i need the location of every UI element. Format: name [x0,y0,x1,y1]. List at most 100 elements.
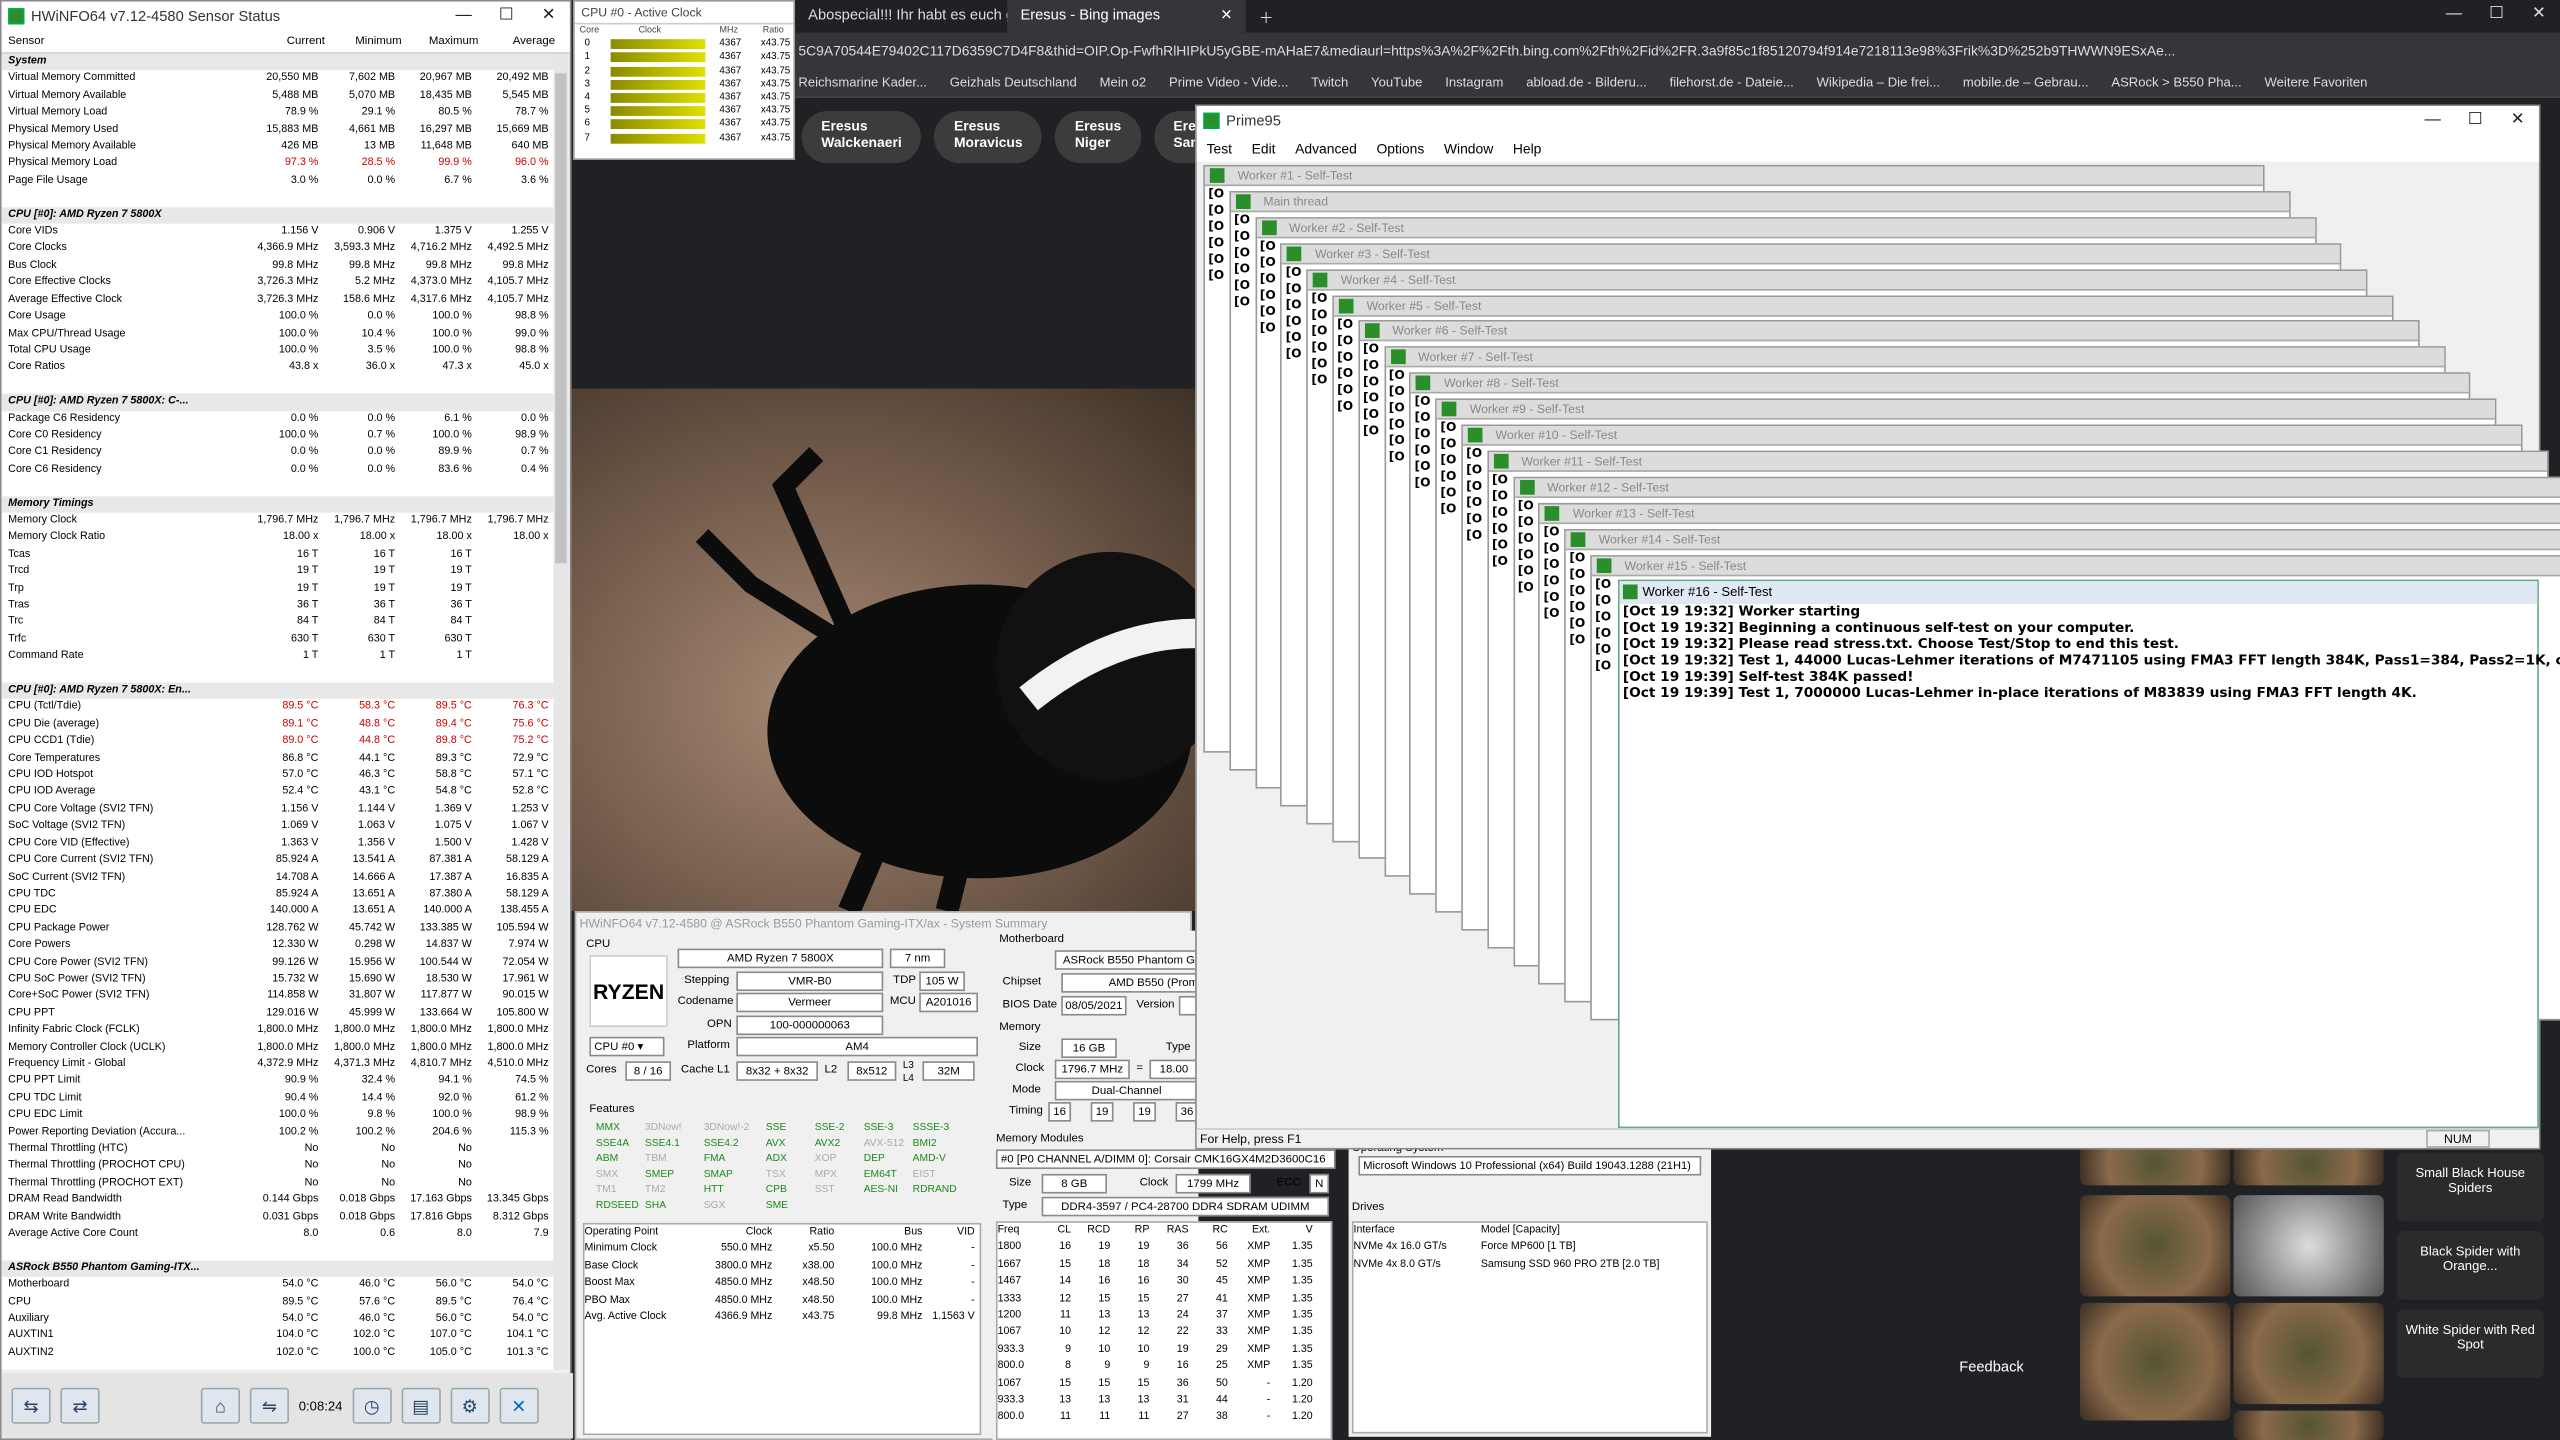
sensor-row[interactable]: CPU 89.5 °C 57.6 °C 89.5 °C 76.4 °C [2,1294,554,1311]
result-thumb[interactable] [2080,1302,2231,1421]
worker-title[interactable]: Worker #10 - Self-Test [1462,426,2521,446]
sensor-row[interactable]: Physical Memory Used 15,883 MB 4,661 MB 16,… [2,122,554,139]
sensor-row[interactable]: Auxiliary 54.0 °C 46.0 °C 56.0 °C 54.0 °C [2,1311,554,1328]
close-icon[interactable]: ✕ [2496,106,2538,135]
worker-title[interactable]: Worker #14 - Self-Test [1566,529,2560,550]
sensor-row[interactable]: Infinity Fabric Clock (FCLK) 1,800.0 MHz 1… [2,1022,554,1039]
related-black-spider-orange[interactable]: Black Spider with Orange... [2396,1231,2544,1300]
result-thumb[interactable] [2233,1410,2384,1440]
result-thumb[interactable] [2233,1195,2384,1297]
sensor-group-header[interactable]: System [1,53,554,71]
report-icon[interactable]: ▤ [401,1387,441,1424]
sensor-group-header[interactable]: Memory Timings [1,495,554,513]
bookmark-item[interactable]: YouTube [1371,69,1422,97]
sensor-group-header[interactable]: ASRock B550 Phantom Gaming-ITX... [1,1260,554,1278]
maximize-icon[interactable]: ☐ [2475,0,2517,29]
prime95-titlebar[interactable]: Prime95 — ☐ ✕ [1196,106,2539,136]
worker-title[interactable]: Worker #3 - Self-Test [1282,244,2341,264]
worker-title[interactable]: Main thread [1230,192,2289,213]
sensor-row[interactable]: CPU SoC Power (SVI2 TFN) 15.732 W 15.690 W… [2,971,554,988]
sensor-row[interactable]: SoC Voltage (SVI2 TFN) 1.069 V 1.063 V 1.07… [2,818,554,835]
address-bar[interactable]: 5C9A70544E79402C117D6359C7D4F8&thid=OIP.… [795,32,2560,69]
sensor-row[interactable]: Core C1 Residency 0.0 % 0.0 % 89.9 % 0.7 % [2,445,554,462]
sensor-row[interactable]: CPU Core Voltage (SVI2 TFN) 1.156 V 1.144 … [2,801,554,818]
maximize-icon[interactable]: ☐ [2454,106,2496,135]
sensor-row[interactable] [2,190,554,207]
menu-item[interactable]: Window [1444,140,1493,156]
sensor-row[interactable]: Trc 84 T 84 T 84 T [2,615,554,632]
sensor-row[interactable]: Core C0 Residency 100.0 % 0.7 % 100.0 % 98.9… [2,428,554,445]
sensor-row[interactable] [2,666,554,683]
hwinfo-titlebar[interactable]: HWiNFO64 v7.12-4580 Sensor Status — ☐ ✕ [1,1,570,32]
sensor-row[interactable]: CPU TDC 85.924 A 13.651 A 87.380 A 58.129 A [2,886,554,903]
sensor-row[interactable]: Thermal Throttling (HTC) No No No [2,1141,554,1158]
sensor-row[interactable]: CPU PPT 129.016 W 45.999 W 133.664 W 105.800… [2,1005,554,1022]
worker-16-title[interactable]: Worker #16 - Self-Test [1619,581,2538,605]
arrow-left-icon[interactable]: ⇆ [11,1387,51,1424]
bookmark-item[interactable]: filehorst.de - Dateie... [1670,69,1794,97]
sensor-row[interactable]: Core C6 Residency 0.0 % 0.0 % 83.6 % 0.4 % [2,462,554,479]
clock-icon[interactable]: ◷ [352,1387,392,1424]
search-chip[interactable]: Eresus Walckenaeri [801,111,922,164]
sensor-row[interactable]: Package C6 Residency 0.0 % 0.0 % 6.1 % 0.0 % [2,411,554,428]
sensor-group-header[interactable]: CPU [#0]: AMD Ryzen 7 5800X: En... [1,682,554,700]
sensor-row[interactable]: CPU TDC Limit 90.4 % 14.4 % 92.0 % 61.2 % [2,1090,554,1107]
sensor-row[interactable]: Memory Clock 1,796.7 MHz 1,796.7 MHz 1,796.… [2,513,554,530]
sensor-row[interactable]: Max CPU/Thread Usage 100.0 % 10.4 % 100.0 %… [2,326,554,343]
sensor-row[interactable]: CPU Core Current (SVI2 TFN) 85.924 A 13.54… [2,852,554,869]
sensor-row[interactable]: CPU Package Power 128.762 W 45.742 W 133.38… [2,920,554,937]
related-white-spider-red-spot[interactable]: White Spider with Red Spot [2396,1309,2544,1378]
spider-photo[interactable] [571,388,1225,916]
sensor-row[interactable]: CPU EDC 140.000 A 13.651 A 140.000 A 138.455… [2,903,554,920]
cpu-select[interactable]: CPU #0 ▾ [589,1036,665,1057]
worker-title[interactable]: Worker #11 - Self-Test [1488,452,2547,472]
sensor-row[interactable]: Trcd 19 T 19 T 19 T [2,564,554,581]
sensor-row[interactable]: Core Usage 100.0 % 0.0 % 100.0 % 98.8 % [2,309,554,326]
worker-title[interactable]: Worker #7 - Self-Test [1385,348,2444,368]
new-tab-icon[interactable]: ＋ [1246,0,1295,33]
arrow-right-icon[interactable]: ⇄ [60,1387,100,1424]
tab-bing-images[interactable]: Eresus - Bing images ✕ [1007,0,1246,33]
sensor-row[interactable]: Memory Clock Ratio 18.00 x 18.00 x 18.00 x 1… [2,530,554,547]
worker-title[interactable]: Worker #5 - Self-Test [1333,296,2392,316]
sensor-row[interactable] [2,1243,554,1260]
bookmark-item[interactable]: Mein o2 [1100,69,1146,97]
sensor-row[interactable]: Command Rate 1 T 1 T 1 T [2,649,554,666]
sensor-row[interactable]: CPU EDC Limit 100.0 % 9.8 % 100.0 % 98.9 % [2,1107,554,1124]
sensor-row[interactable]: Core VIDs 1.156 V 0.906 V 1.375 V 1.255 V [2,224,554,241]
bookmark-item[interactable]: Weitere Favoriten [2265,69,2368,97]
bookmark-item[interactable]: ASRock > B550 Pha... [2111,69,2241,97]
worker-title[interactable]: Worker #6 - Self-Test [1359,322,2418,342]
worker-title[interactable]: Worker #4 - Self-Test [1308,270,2367,290]
close-icon[interactable]: ✕ [2518,0,2560,29]
sensor-row[interactable]: Virtual Memory Committed 20,550 MB 7,602 M… [2,71,554,88]
sensor-row[interactable]: DRAM Read Bandwidth 0.144 Gbps 0.018 Gbps 1… [2,1192,554,1209]
result-thumb[interactable] [2233,1302,2384,1405]
col-sensor[interactable]: Sensor [2,36,253,47]
sensor-row[interactable]: Trp 19 T 19 T 19 T [2,581,554,598]
col-minimum[interactable]: Minimum [330,36,407,47]
sensor-row[interactable]: Bus Clock 99.8 MHz 99.8 MHz 99.8 MHz 99.8 MH… [2,258,554,275]
sensor-row[interactable]: Core Temperatures 86.8 °C 44.1 °C 89.3 °C 72… [2,750,554,767]
sync-icon[interactable]: ⇋ [249,1387,289,1424]
sensor-row[interactable]: Core+SoC Power (SVI2 TFN) 114.858 W 31.807… [2,988,554,1005]
close-icon[interactable]: ✕ [527,2,569,31]
sensor-row[interactable]: Virtual Memory Available 5,488 MB 5,070 MB… [2,88,554,105]
bookmark-item[interactable]: Twitch [1311,69,1348,97]
bookmark-item[interactable]: Reichsmarine Kader... [798,69,926,97]
sensor-group-header[interactable]: CPU [#0]: AMD Ryzen 7 5800X [1,206,554,224]
worker-title[interactable]: Worker #1 - Self-Test [1204,166,2263,187]
sensor-row[interactable] [2,377,554,394]
sensor-row[interactable]: CPU (Tctl/Tdie) 89.5 °C 58.3 °C 89.5 °C 76.3… [2,700,554,717]
module-select[interactable]: #0 [P0 CHANNEL A/DIMM 0]: Corsair CMK16G… [995,1149,1336,1170]
sensor-row[interactable]: DRAM Write Bandwidth 0.031 Gbps 0.018 Gbps… [2,1209,554,1226]
col-maximum[interactable]: Maximum [407,36,484,47]
sensor-row[interactable]: Virtual Memory Load 78.9 % 29.1 % 80.5 % 78.… [2,105,554,122]
menu-item[interactable]: Help [1513,140,1542,156]
menu-item[interactable]: Options [1376,140,1424,156]
feedback-button[interactable]: Feedback [1959,1358,2024,1374]
sensor-row[interactable]: Core Effective Clocks 3,726.3 MHz 5.2 MHz 4… [2,275,554,292]
sensor-row[interactable]: Motherboard 54.0 °C 46.0 °C 56.0 °C 54.0 °C [2,1277,554,1294]
sensor-row[interactable]: AUXTIN1 104.0 °C 102.0 °C 107.0 °C 104.1 °C [2,1328,554,1345]
search-chip[interactable]: Eresus Moravicus [934,111,1043,164]
